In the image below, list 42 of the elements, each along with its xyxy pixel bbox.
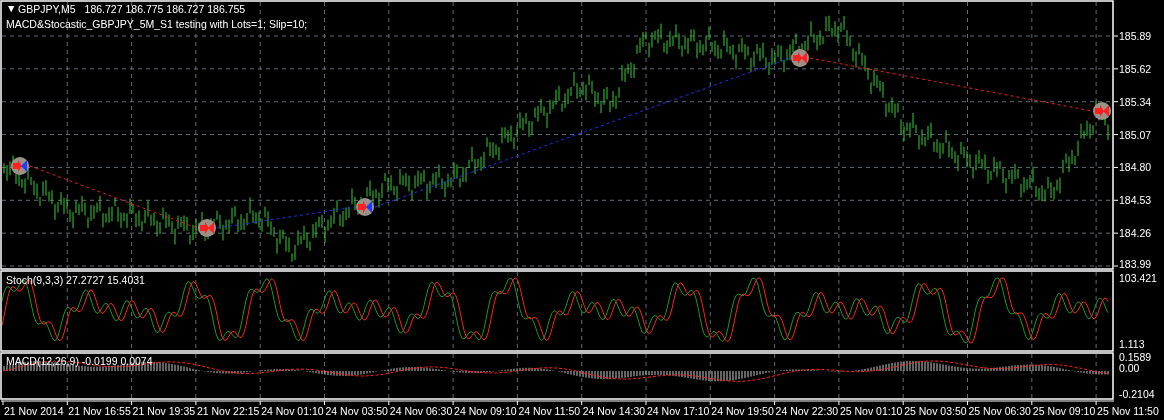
price-axis-label: 184.53 xyxy=(1119,194,1152,207)
time-axis-label: 25 Nov 09:10 xyxy=(1032,405,1096,417)
time-axis-label: 21 Nov 22:15 xyxy=(196,405,260,417)
time-axis-label: 21 Nov 2014 xyxy=(4,405,64,417)
collapse-toggle[interactable]: ▼ xyxy=(6,2,17,14)
price-axis-label: 185.62 xyxy=(1119,62,1152,75)
stochastic-axis-label: 1.113 xyxy=(1119,338,1145,350)
trade-marker-icon xyxy=(356,198,374,216)
time-axis-label: 24 Nov 22:30 xyxy=(775,405,839,417)
price-axis-label: 185.07 xyxy=(1119,128,1152,141)
macd-axis-label: -0.2104 xyxy=(1119,388,1155,400)
stochastic-axis-label: 103.421 xyxy=(1119,272,1157,284)
macd-axis-label: 0.1589 xyxy=(1119,352,1152,363)
time-axis-label: 24 Nov 19:50 xyxy=(711,405,774,417)
price-axis-label: 185.89 xyxy=(1119,30,1152,42)
macd-label: MACD(12,26,9) -0.0199 0.0074 xyxy=(6,355,153,367)
stochastic-label: Stoch(9,3,3) 27.2727 15.4031 xyxy=(6,274,145,286)
trade-marker-icon xyxy=(791,49,809,67)
time-axis-label: 25 Nov 11:50 xyxy=(1097,405,1159,417)
price-readout: 186.727 186.775 186.727 186.755 xyxy=(84,3,246,15)
time-axis-label: 24 Nov 14:30 xyxy=(582,405,646,417)
price-axis-label: 183.99 xyxy=(1119,258,1152,270)
price-axis-label: 184.80 xyxy=(1119,161,1152,174)
time-axis-label: 24 Nov 09:10 xyxy=(454,405,517,417)
time-axis-label: 25 Nov 01:10 xyxy=(839,405,903,417)
time-axis-label: 24 Nov 01:10 xyxy=(261,405,324,417)
time-axis-label: 21 Nov 19:35 xyxy=(132,405,196,417)
symbol-label: GBPJPY,M5 xyxy=(18,3,76,15)
time-axis-label: 24 Nov 17:10 xyxy=(647,405,710,417)
price-axis-label: 185.34 xyxy=(1119,95,1152,108)
time-axis-label: 24 Nov 06:30 xyxy=(389,405,453,417)
time-axis-label: 24 Nov 03:50 xyxy=(325,405,388,417)
time-axis-label: 25 Nov 06:30 xyxy=(968,405,1031,417)
expert-label: MACD&Stocastic_GBPJPY_5M_S1 testing with Lots=1; Slip=10; xyxy=(6,18,308,30)
time-axis-label: 25 Nov 03:50 xyxy=(904,405,967,417)
time-axis-label: 21 Nov 16:55 xyxy=(68,405,131,417)
macd-axis-label: 0.00 xyxy=(1119,362,1140,374)
price-axis-label: 184.26 xyxy=(1119,227,1152,240)
trade-marker-icon xyxy=(1093,102,1111,120)
time-axis-label: 24 Nov 11:50 xyxy=(518,405,581,417)
trade-marker-icon xyxy=(198,219,216,237)
trade-marker-icon xyxy=(11,157,29,175)
